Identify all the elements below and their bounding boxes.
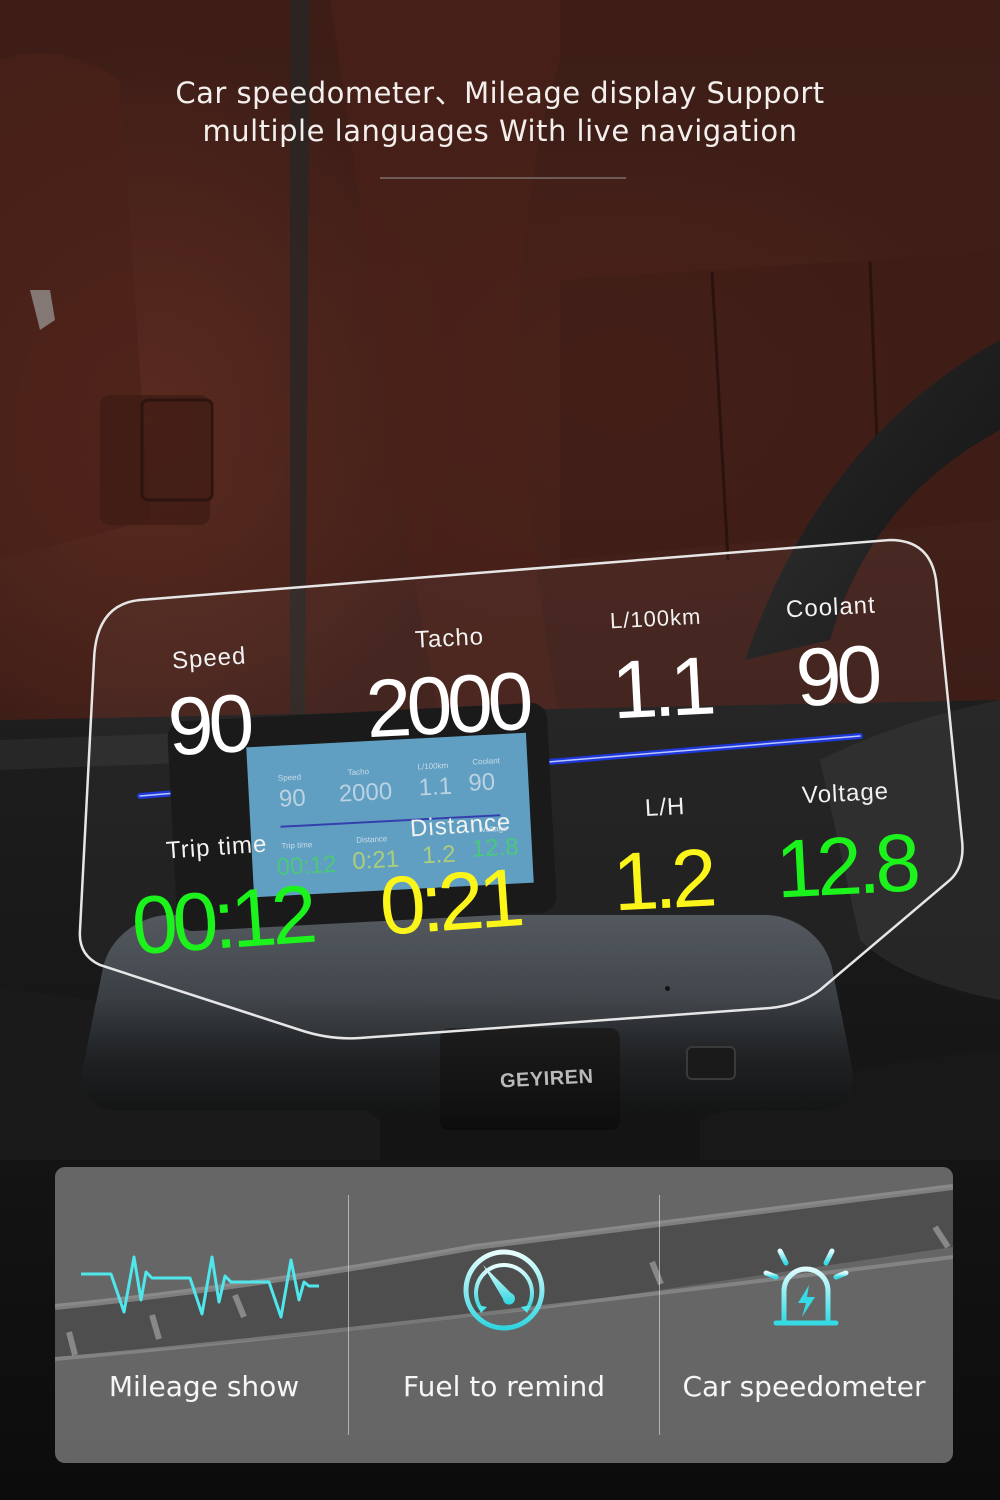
feature-label: Car speedometer	[682, 1370, 926, 1403]
tacho-label: Tacho	[414, 623, 485, 654]
feature-strip: Mileage show Fuel to remind Car speedome…	[55, 1167, 953, 1463]
distance-value: 0:21	[376, 852, 523, 953]
feature-car-speedometer: Car speedometer	[655, 1167, 953, 1463]
feature-label: Mileage show	[108, 1370, 300, 1403]
feature-mileage-show: Mileage show	[55, 1167, 353, 1463]
coolant-label: Coolant	[785, 591, 877, 624]
heartbeat-wave-icon	[81, 1255, 319, 1319]
coolant-value: 90	[793, 628, 880, 725]
voltage-label: Voltage	[801, 777, 890, 810]
fuel-consumption-label: L/100km	[609, 603, 702, 634]
lph-value: 1.2	[610, 832, 715, 929]
feature-fuel-to-remind: Fuel to remind	[355, 1167, 653, 1463]
lph-label: L/H	[644, 792, 687, 823]
fuel-consumption-value: 1.1	[609, 640, 714, 737]
speed-label: Speed	[171, 642, 248, 675]
speed-value: 90	[165, 677, 252, 774]
gauge-icon	[463, 1249, 545, 1331]
siren-light-icon	[763, 1240, 849, 1326]
product-banner: Car speedometer、Mileage display Support …	[0, 0, 1000, 1500]
feature-label: Fuel to remind	[403, 1370, 605, 1403]
trip-time-value: 00:12	[129, 868, 316, 973]
tacho-value: 2000	[363, 655, 531, 756]
voltage-value: 12.8	[773, 817, 918, 916]
